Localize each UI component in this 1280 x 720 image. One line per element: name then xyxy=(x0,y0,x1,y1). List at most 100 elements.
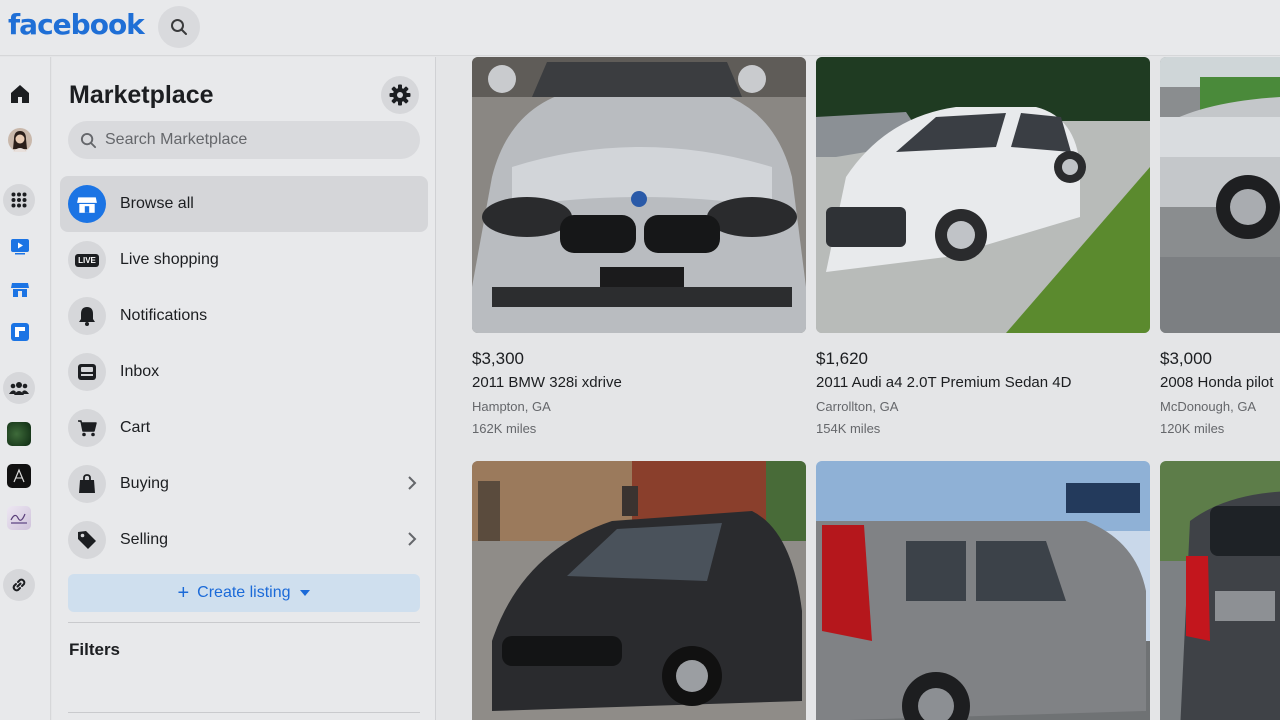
storefront-icon xyxy=(77,197,97,213)
car-photo-suv xyxy=(1160,461,1280,720)
marketplace-shortcut[interactable] xyxy=(7,276,33,302)
car-photo-bmw xyxy=(472,57,806,333)
listing-location: Carrollton, GA xyxy=(816,399,899,414)
chevron-right-icon xyxy=(408,476,417,490)
pages-shortcut[interactable] xyxy=(7,319,33,345)
group-thumbnail-3[interactable] xyxy=(7,506,31,530)
shopping-bag-icon xyxy=(79,474,95,493)
listing-title: 2011 BMW 328i xdrive xyxy=(472,374,622,391)
nav-icon-wrap xyxy=(68,521,106,559)
inbox-icon xyxy=(78,364,96,380)
listing-title: 2011 Audi a4 2.0T Premium Sedan 4D xyxy=(816,374,1072,391)
divider xyxy=(68,712,420,713)
nav-cart[interactable]: Cart xyxy=(60,400,428,456)
filters-heading: Filters xyxy=(69,640,121,659)
groups-icon xyxy=(9,382,29,395)
nav-selling[interactable]: Selling xyxy=(60,512,428,568)
nav-label: Selling xyxy=(120,531,169,548)
group-thumbnail-1[interactable] xyxy=(7,422,31,446)
listing-location: Hampton, GA xyxy=(472,399,551,414)
listing-photo[interactable] xyxy=(472,461,806,720)
chevron-right-icon xyxy=(408,532,417,546)
nav-label: Cart xyxy=(120,419,151,436)
home-button[interactable] xyxy=(7,81,33,107)
caret-down-icon xyxy=(299,590,310,596)
gear-icon xyxy=(389,84,411,106)
listing-photo[interactable] xyxy=(816,57,1150,333)
letter-a-icon xyxy=(13,468,25,483)
nav-inbox[interactable]: Inbox xyxy=(60,344,428,400)
script-logo-icon xyxy=(10,513,27,524)
listing-title: 2008 Honda pilot xyxy=(1160,374,1274,391)
search-marketplace-input[interactable] xyxy=(105,131,405,149)
nav-icon-wrap xyxy=(68,409,106,447)
listing-mileage: 154K miles xyxy=(816,421,881,436)
marketplace-search[interactable] xyxy=(68,121,420,159)
storefront-icon xyxy=(11,283,29,297)
link-icon xyxy=(12,578,26,592)
nav-icon-wrap xyxy=(68,297,106,335)
divider xyxy=(68,622,420,623)
create-listing-label: Create listing xyxy=(197,584,291,601)
nav-buying[interactable]: Buying xyxy=(60,456,428,512)
nav-notifications[interactable]: Notifications xyxy=(60,288,428,344)
bell-icon xyxy=(79,307,95,326)
listing-card-hyundai[interactable] xyxy=(472,461,806,720)
listing-photo[interactable] xyxy=(816,461,1150,720)
listing-photo[interactable] xyxy=(472,57,806,333)
profile-avatar[interactable] xyxy=(7,127,33,153)
listing-price: $3,000 xyxy=(1160,349,1212,368)
groups-shortcut[interactable] xyxy=(3,372,35,404)
car-photo-audi xyxy=(816,57,1150,333)
listing-card-suv[interactable] xyxy=(1160,461,1280,720)
search-icon xyxy=(80,132,97,148)
nav-icon-wrap xyxy=(68,465,106,503)
video-play-icon xyxy=(11,239,29,255)
create-listing-button[interactable]: + Create listing xyxy=(68,574,420,612)
nav-label: Buying xyxy=(120,475,169,492)
nav-label: Browse all xyxy=(120,195,194,212)
top-bar: facebook xyxy=(0,0,1280,56)
listing-price: $3,300 xyxy=(472,349,524,368)
car-photo-hyundai xyxy=(472,461,806,720)
nav-icon-wrap xyxy=(68,353,106,391)
nav-live-shopping[interactable]: LIVE Live shopping xyxy=(60,232,428,288)
avatar-icon xyxy=(8,128,32,152)
listing-photo[interactable] xyxy=(1160,57,1280,333)
cart-icon xyxy=(78,420,97,437)
listing-mileage: 162K miles xyxy=(472,421,537,436)
link-shortcut[interactable] xyxy=(3,569,35,601)
search-button[interactable] xyxy=(158,6,200,48)
search-icon xyxy=(171,19,187,35)
listing-price: $1,620 xyxy=(816,349,868,368)
settings-button[interactable] xyxy=(381,76,419,114)
listing-card-audi[interactable]: $1,620 2011 Audi a4 2.0T Premium Sedan 4… xyxy=(816,57,1150,447)
marketplace-sidebar: Marketplace Browse all LIVE Live shoppin… xyxy=(52,57,436,720)
nav-label: Notifications xyxy=(120,307,208,324)
menu-button[interactable] xyxy=(3,184,35,216)
page-title: Marketplace xyxy=(69,81,214,109)
home-icon xyxy=(11,85,29,103)
watch-shortcut[interactable] xyxy=(7,233,33,259)
car-photo-honda xyxy=(1160,57,1280,333)
plus-icon: + xyxy=(177,582,190,604)
listing-card-bmw[interactable]: $3,300 2011 BMW 328i xdrive Hampton, GA … xyxy=(472,57,806,447)
listing-location: McDonough, GA xyxy=(1160,399,1257,414)
grid-menu-icon xyxy=(11,192,27,208)
nav-label: Live shopping xyxy=(120,251,219,268)
listing-card-honda[interactable]: $3,000 2008 Honda pilot McDonough, GA 12… xyxy=(1160,57,1280,447)
facebook-logo[interactable]: facebook xyxy=(8,8,145,41)
nav-browse-all[interactable]: Browse all xyxy=(60,176,428,232)
price-tag-icon xyxy=(78,531,96,549)
listing-photo[interactable] xyxy=(1160,461,1280,720)
nav-icon-wrap: LIVE xyxy=(68,241,106,279)
listing-card-kia-soul[interactable] xyxy=(816,461,1150,720)
car-photo-kia xyxy=(816,461,1150,720)
live-icon: LIVE xyxy=(75,253,99,267)
shortcut-rail xyxy=(0,57,51,720)
nav-label: Inbox xyxy=(120,363,160,380)
pages-icon xyxy=(11,323,29,341)
listing-mileage: 120K miles xyxy=(1160,421,1225,436)
nav-icon-wrap xyxy=(68,185,106,223)
group-thumbnail-2[interactable] xyxy=(7,464,31,488)
